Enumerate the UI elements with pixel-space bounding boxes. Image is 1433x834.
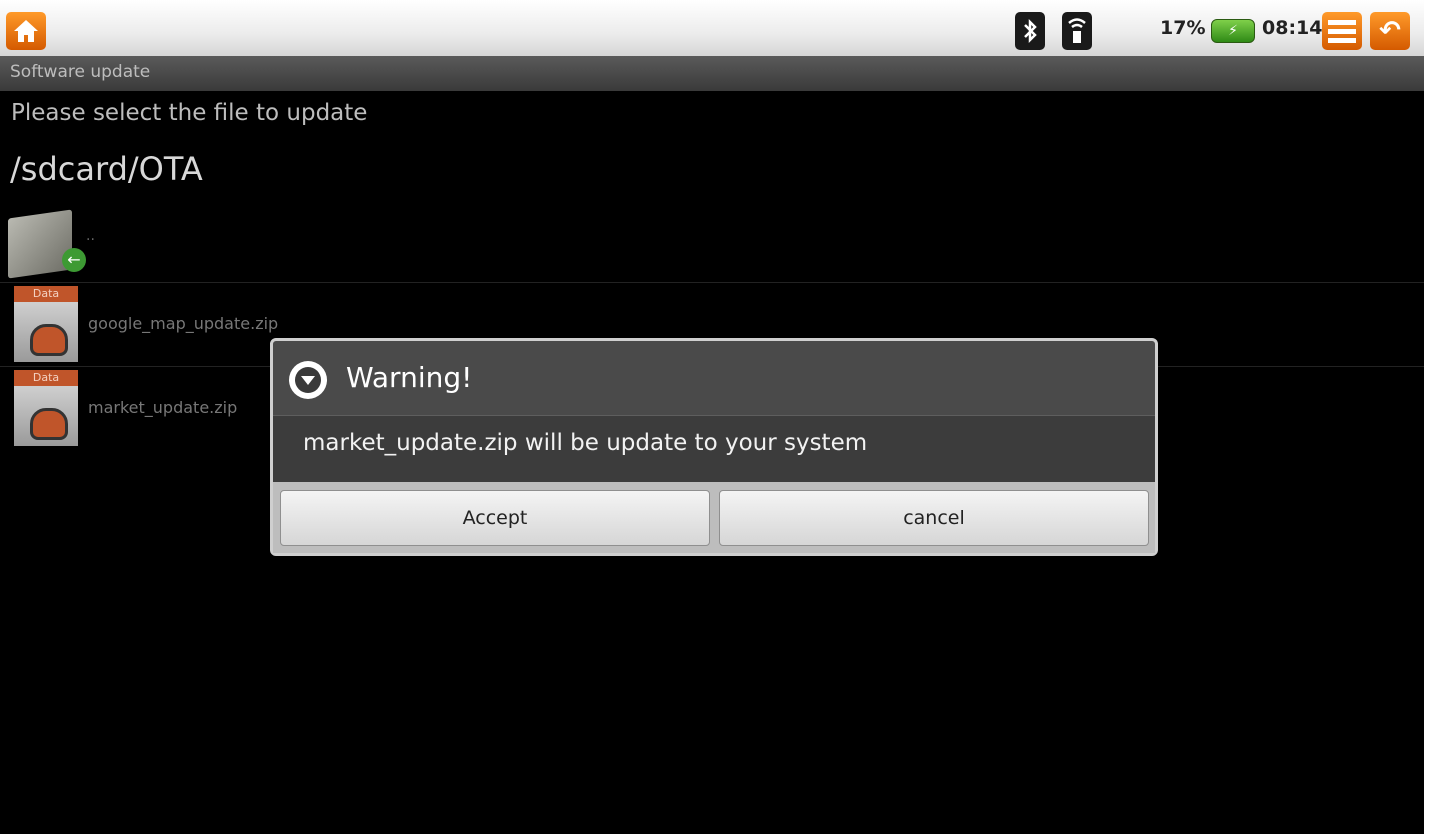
file-name: google_map_update.zip xyxy=(88,314,279,333)
dialog-title: Warning! xyxy=(346,361,473,394)
current-path: /sdcard/OTA xyxy=(10,150,203,188)
warning-dialog: Warning! market_update.zip will be updat… xyxy=(270,338,1158,556)
screen: 17% ⚡ 08:14 ↶ Software update Please sel… xyxy=(0,0,1424,834)
dialog-header: Warning! xyxy=(273,341,1155,416)
file-name: market_update.zip xyxy=(88,398,238,417)
prompt-text: Please select the file to update xyxy=(11,100,368,126)
accept-button[interactable]: Accept xyxy=(280,490,710,546)
clock: 08:14 xyxy=(1262,17,1323,39)
warning-icon xyxy=(289,361,327,399)
folder-up-icon: ← xyxy=(6,204,86,279)
back-icon[interactable]: ↶ xyxy=(1370,12,1410,50)
zip-file-icon: Data xyxy=(14,286,78,362)
menu-icon[interactable] xyxy=(1322,12,1362,50)
dialog-body: market_update.zip will be update to your… xyxy=(273,416,1155,482)
dialog-button-bar: Accept cancel xyxy=(273,482,1155,553)
home-icon[interactable] xyxy=(6,12,46,50)
battery-icon: ⚡ xyxy=(1211,19,1255,43)
wifi-icon xyxy=(1062,12,1092,50)
battery-percent: 17% xyxy=(1160,17,1206,39)
bluetooth-icon xyxy=(1015,12,1045,50)
dialog-message: market_update.zip will be update to your… xyxy=(303,430,868,456)
list-item-parent-folder[interactable]: ← .. xyxy=(0,198,1424,283)
title-bar: Software update xyxy=(0,56,1424,91)
status-bar: 17% ⚡ 08:14 ↶ xyxy=(0,0,1424,56)
cancel-button[interactable]: cancel xyxy=(719,490,1149,546)
parent-folder-label: .. xyxy=(86,228,95,244)
app-title: Software update xyxy=(10,62,151,82)
zip-file-icon: Data xyxy=(14,370,78,446)
